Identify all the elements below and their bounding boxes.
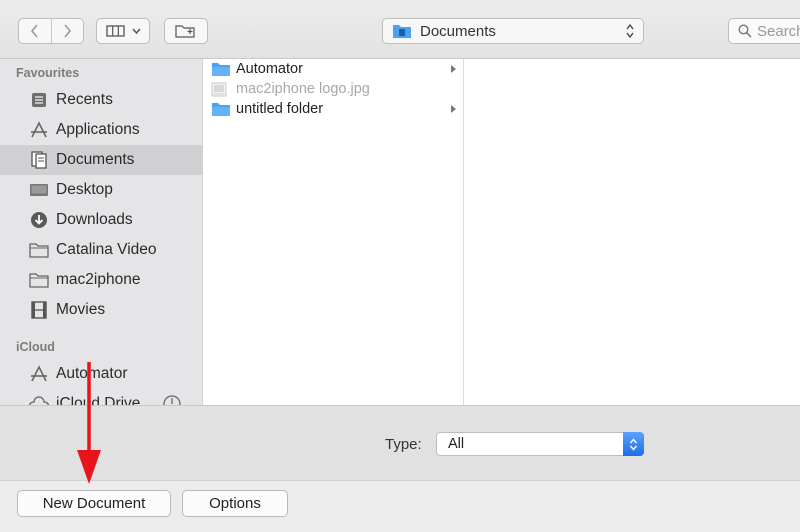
disclosure-arrow-icon (451, 105, 456, 113)
sidebar-item-label: Applications (56, 121, 140, 138)
sidebar-item-recents[interactable]: Recents (0, 85, 202, 115)
chevron-updown-icon (626, 23, 634, 39)
folder-icon (211, 102, 231, 117)
sidebar-item-downloads[interactable]: Downloads (0, 205, 202, 235)
sidebar-item-label: Catalina Video (56, 241, 157, 258)
file-row-automator[interactable]: Automator (203, 59, 463, 79)
file-name: untitled folder (236, 101, 324, 117)
chevron-updown-icon (629, 437, 638, 451)
sidebar-item-label: mac2iphone (56, 271, 141, 288)
type-popup[interactable]: All (436, 432, 644, 456)
annotation-arrow-icon (77, 362, 101, 484)
folder-icon (28, 270, 50, 290)
search-field[interactable]: Search (728, 18, 800, 44)
chevron-down-icon (131, 28, 141, 35)
chevron-right-icon (64, 24, 72, 38)
sidebar-item-label: Desktop (56, 181, 113, 198)
sidebar-item-movies[interactable]: Movies (0, 295, 202, 325)
button-bar: New Document Options (0, 480, 800, 532)
type-value: All (448, 436, 465, 452)
file-row-mac2iphone-logo[interactable]: mac2iphone logo.jpg (203, 79, 463, 99)
location-label: Documents (420, 22, 496, 40)
sidebar-item-catalina-video[interactable]: Catalina Video (0, 235, 202, 265)
columns-view-icon (105, 25, 125, 37)
downloads-icon (28, 210, 50, 230)
search-icon (738, 24, 752, 38)
sidebar-item-label: Documents (56, 151, 135, 168)
sidebar-header-icloud: iCloud (16, 340, 55, 354)
sidebar-item-documents[interactable]: Documents (0, 145, 202, 175)
new-document-button[interactable]: New Document (17, 490, 171, 517)
popup-stepper (623, 432, 644, 456)
image-file-icon (211, 82, 231, 97)
search-placeholder: Search (757, 22, 800, 40)
nav-buttons (18, 18, 84, 44)
sidebar-item-desktop[interactable]: Desktop (0, 175, 202, 205)
desktop-icon (28, 180, 50, 200)
type-label: Type: (385, 436, 422, 453)
documents-folder-icon (393, 25, 411, 38)
recents-icon (28, 90, 50, 110)
applications-icon (28, 120, 50, 140)
disclosure-arrow-icon (451, 65, 456, 73)
forward-button[interactable] (50, 19, 84, 43)
sidebar-item-label: Movies (56, 301, 106, 318)
sidebar-header-favourites: Favourites (16, 66, 80, 80)
options-button[interactable]: Options (182, 490, 288, 517)
sidebar-item-label: Recents (56, 91, 113, 108)
documents-icon (28, 150, 50, 170)
new-folder-button[interactable] (164, 18, 208, 44)
format-bar: Type: All (0, 405, 800, 480)
sidebar-item-label: Downloads (56, 211, 133, 228)
sidebar-item-applications[interactable]: Applications (0, 115, 202, 145)
view-mode-button[interactable] (96, 18, 150, 44)
back-button[interactable] (19, 19, 51, 43)
new-folder-icon (175, 25, 195, 38)
sidebar: Favourites Recents Applications Document… (0, 59, 203, 405)
toolbar: Documents Search (0, 0, 800, 59)
cloud-icon (28, 394, 50, 405)
chevron-left-icon (30, 24, 38, 38)
folder-icon (28, 240, 50, 260)
automator-icon (28, 364, 50, 384)
file-name: Automator (236, 61, 303, 77)
sync-progress-icon (163, 395, 182, 405)
file-row-untitled-folder[interactable]: untitled folder (203, 99, 463, 119)
file-name: mac2iphone logo.jpg (236, 81, 370, 97)
location-popup[interactable]: Documents (382, 18, 644, 44)
file-browser: Automator mac2iphone logo.jpg untitled f… (203, 59, 800, 405)
folder-icon (211, 62, 231, 77)
sidebar-item-mac2iphone[interactable]: mac2iphone (0, 265, 202, 295)
movies-icon (28, 300, 50, 320)
browser-column-documents: Automator mac2iphone logo.jpg untitled f… (203, 59, 464, 405)
